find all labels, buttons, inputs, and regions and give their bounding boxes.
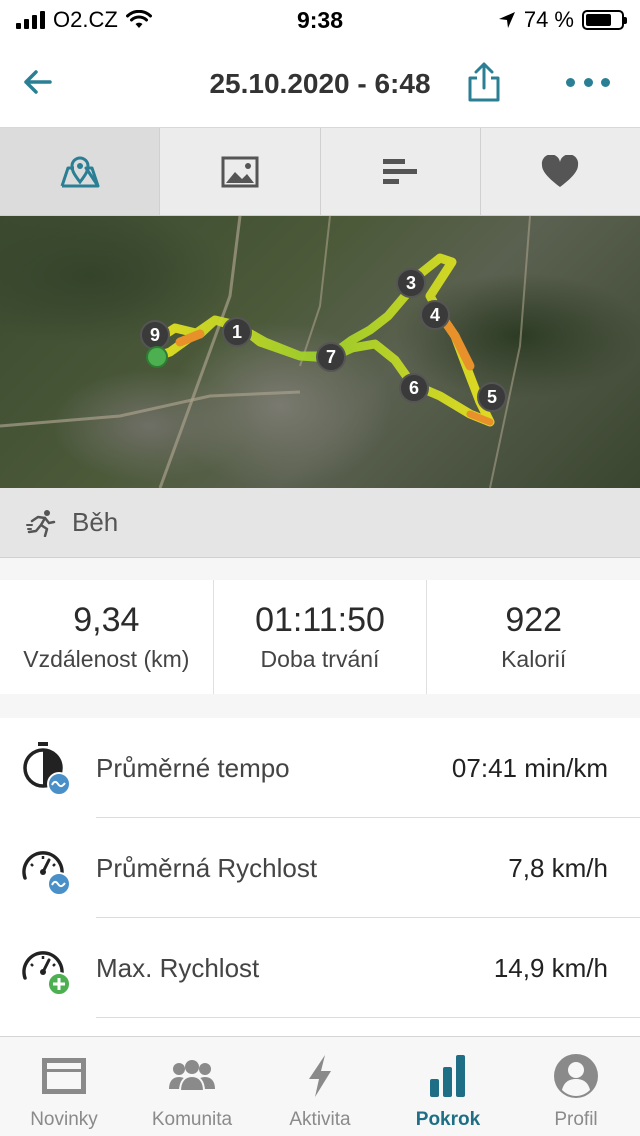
km-marker: 3 [396, 268, 426, 298]
tab-photos[interactable] [160, 128, 321, 215]
speedometer-avg-icon [22, 851, 71, 896]
nav-label: Aktivita [289, 1109, 351, 1130]
distance-value: 9,34 [73, 601, 140, 639]
route-map[interactable]: 1 3 4 5 6 7 9 [0, 216, 640, 488]
battery-percent: 74 % [523, 7, 574, 32]
clock: 9:38 [296, 6, 344, 33]
km-marker: 7 [316, 342, 346, 372]
share-icon[interactable] [466, 60, 502, 104]
nav-profil[interactable]: Profil [512, 1037, 640, 1136]
nav-label: Profil [554, 1109, 598, 1130]
metrics-list: Průměrné tempo 07:41 min/km Průměrná Ryc… [0, 718, 640, 1018]
metric-name: Průměrné tempo [96, 752, 290, 783]
wifi-icon [125, 10, 152, 28]
metric-value: 07:41 min/km [451, 752, 608, 783]
km-marker: 1 [222, 317, 252, 347]
status-bar: O2.CZ 9:38 74 % [0, 0, 640, 40]
nav-label: Novinky [30, 1109, 98, 1130]
location-arrow-icon [498, 12, 515, 28]
calories-label: Kalorií [501, 646, 567, 672]
running-icon [26, 509, 56, 537]
km-marker: 5 [477, 382, 507, 412]
map-icon [60, 156, 100, 187]
metric-value: 14,9 km/h [493, 952, 608, 983]
nav-komunita[interactable]: Komunita [128, 1037, 256, 1136]
start-point [146, 346, 168, 368]
detail-tabs [0, 128, 640, 216]
list-item: Průměrné tempo 07:41 min/km [0, 718, 640, 818]
bars-icon [383, 158, 418, 184]
page-title: 25.10.2020 - 6:48 [209, 67, 431, 99]
nav-label: Pokrok [415, 1109, 481, 1130]
km-marker: 6 [399, 373, 429, 403]
profile-icon [554, 1054, 598, 1098]
duration-label: Doba trvání [260, 646, 380, 672]
km-marker: 4 [420, 300, 450, 330]
duration-stat: 01:11:50 Doba trvání [214, 580, 428, 694]
nav-label: Komunita [151, 1109, 233, 1130]
nav-novinky[interactable]: Novinky [0, 1037, 128, 1136]
news-icon [42, 1058, 86, 1094]
summary-stats: 9,34 Vzdálenost (km) 01:11:50 Doba trván… [0, 580, 640, 694]
progress-icon [430, 1055, 465, 1097]
calories-value: 922 [505, 601, 563, 639]
activity-type-row: Běh [0, 488, 640, 558]
header: 25.10.2020 - 6:48 [0, 40, 640, 128]
section-spacer [0, 694, 640, 718]
tab-map[interactable] [0, 128, 161, 215]
community-icon [169, 1060, 215, 1092]
stopwatch-avg-icon [23, 742, 71, 796]
nav-aktivita[interactable]: Aktivita [256, 1037, 384, 1136]
tab-feelings[interactable] [481, 128, 640, 215]
list-item: Max. Rychlost 14,9 km/h [0, 918, 640, 1018]
calories-stat: 922 Kalorií [427, 580, 640, 694]
speedometer-max-icon [22, 951, 71, 996]
bottom-navigation: Novinky Komunita Aktivita Pokrok Profil [0, 1036, 640, 1136]
list-item: Průměrná Rychlost 7,8 km/h [0, 818, 640, 918]
metric-value: 7,8 km/h [508, 852, 608, 883]
more-options-icon[interactable] [566, 68, 610, 96]
distance-label: Vzdálenost (km) [23, 646, 190, 672]
heart-icon [542, 154, 579, 187]
signal-icon [16, 11, 45, 29]
lightning-icon [309, 1055, 331, 1097]
metric-name: Max. Rychlost [96, 952, 260, 983]
distance-stat: 9,34 Vzdálenost (km) [0, 580, 214, 694]
battery-icon [582, 10, 627, 30]
nav-pokrok[interactable]: Pokrok [384, 1037, 512, 1136]
activity-type-label: Běh [72, 507, 119, 537]
duration-value: 01:11:50 [255, 601, 385, 639]
section-spacer [0, 558, 640, 580]
image-icon [221, 156, 259, 187]
metric-name: Průměrná Rychlost [96, 852, 318, 883]
carrier-label: O2.CZ [53, 7, 118, 32]
back-arrow-icon[interactable] [18, 62, 58, 102]
tab-stats[interactable] [321, 128, 481, 215]
